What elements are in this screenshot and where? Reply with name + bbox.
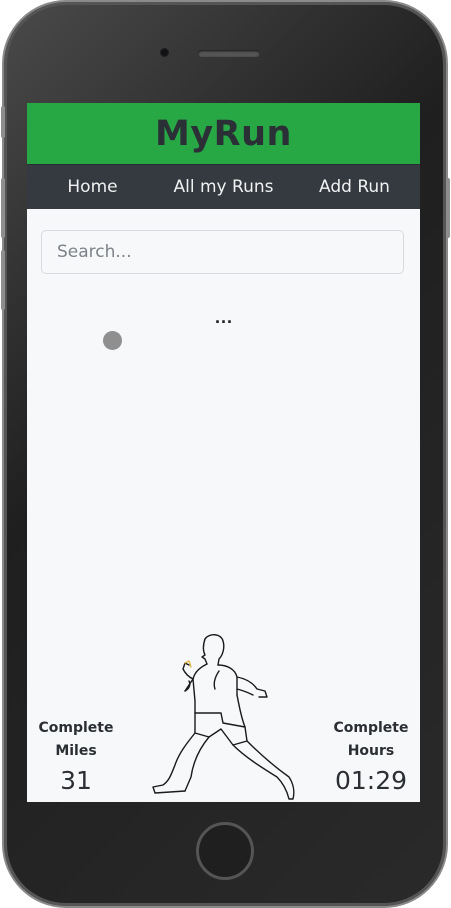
home-button[interactable] [196, 822, 254, 880]
volume-down-button [1, 250, 5, 310]
hours-stat: Complete Hours 01:29 [326, 717, 416, 799]
app-screen: MyRun Home All my Runs Add Run ... Compl… [27, 103, 420, 802]
miles-stat: Complete Miles 31 [31, 717, 121, 799]
nav-bar: Home All my Runs Add Run [27, 164, 420, 209]
app-header: MyRun [27, 103, 420, 164]
app-title: MyRun [155, 113, 292, 154]
hours-label: Complete Hours [333, 720, 409, 759]
mute-switch [1, 106, 5, 138]
loading-dot [103, 331, 122, 350]
nav-all-my-runs[interactable]: All my Runs [158, 165, 289, 209]
nav-add-run[interactable]: Add Run [289, 165, 420, 209]
runner-illustration [152, 634, 295, 800]
front-camera [160, 48, 169, 57]
power-button [446, 178, 450, 238]
earpiece-speaker [198, 50, 260, 57]
loading-indicator: ... [215, 307, 234, 327]
search-input[interactable] [41, 230, 404, 274]
miles-value: 31 [60, 766, 92, 795]
volume-up-button [1, 178, 5, 238]
nav-home[interactable]: Home [27, 165, 158, 209]
hours-value: 01:29 [334, 766, 408, 795]
miles-label: Complete Miles [38, 720, 114, 759]
